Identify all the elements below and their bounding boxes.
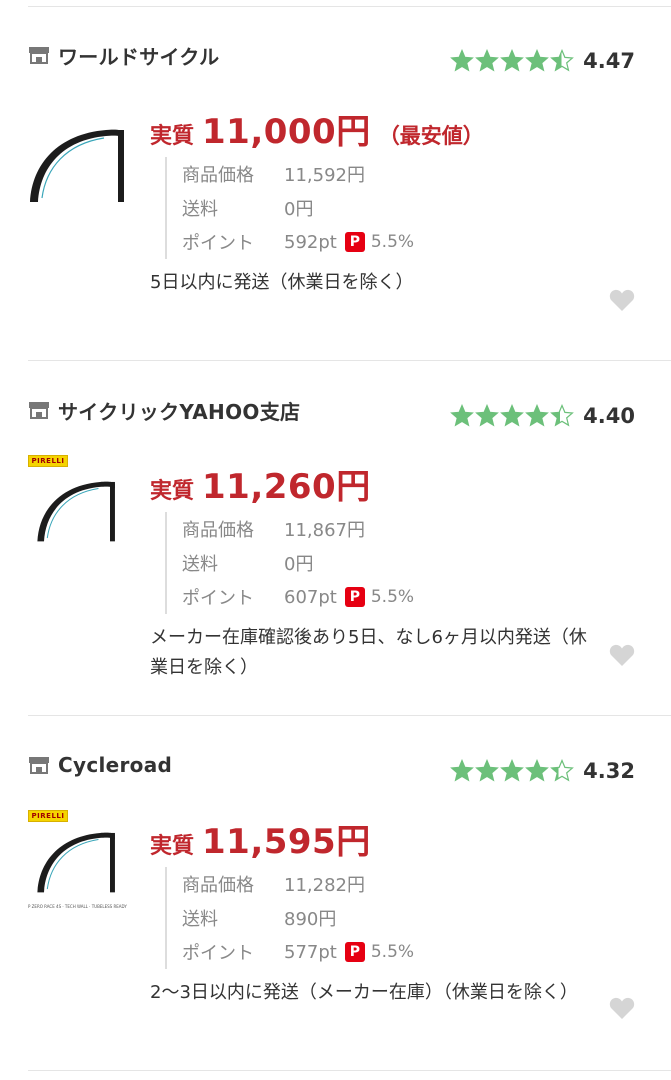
shop-rating: 4.47 bbox=[450, 46, 635, 76]
shipping-fee-row: 送料 890円 bbox=[182, 901, 414, 935]
effective-price: 実質 11,595円 bbox=[150, 814, 371, 863]
price-details: 商品価格 11,867円 送料 0円 ポイント 607pt P 5.5% bbox=[165, 512, 414, 614]
item-price-row: 商品価格 11,867円 bbox=[182, 512, 414, 546]
shipping-info: 5日以内に発送（休業日を除く） bbox=[150, 272, 414, 293]
detail-value: 577pt bbox=[284, 941, 337, 963]
detail-value: 0円 bbox=[284, 554, 314, 575]
price-label: 実質 bbox=[150, 834, 195, 859]
detail-label: ポイント bbox=[182, 233, 254, 254]
product-image[interactable] bbox=[32, 828, 122, 894]
offer-card[interactable]: ワールドサイクル 4.47 実質 11,000円 （最安値） 商品価格 11,5… bbox=[0, 40, 671, 361]
detail-label: ポイント bbox=[182, 943, 254, 964]
shop-name[interactable]: ワールドサイクル bbox=[58, 41, 219, 70]
top-divider bbox=[28, 6, 671, 7]
detail-label: 送料 bbox=[182, 554, 218, 575]
detail-label: 送料 bbox=[182, 909, 218, 930]
star-icon bbox=[475, 404, 500, 427]
rating-stars bbox=[450, 404, 575, 428]
favorite-heart-icon[interactable] bbox=[609, 996, 635, 1020]
star-icon bbox=[475, 49, 500, 72]
star-icon bbox=[525, 49, 550, 72]
card-divider bbox=[28, 360, 671, 361]
lowest-price-note: （最安値） bbox=[378, 124, 484, 148]
star-icon bbox=[500, 49, 525, 72]
store-icon bbox=[28, 755, 50, 775]
shipping-info: 2〜3日以内に発送（メーカー在庫）（休業日を除く） bbox=[150, 982, 578, 1003]
shop-row[interactable]: サイクリックYAHOO支店 bbox=[28, 395, 300, 425]
store-icon bbox=[28, 45, 50, 65]
star-icon bbox=[450, 49, 475, 72]
detail-value: 0円 bbox=[284, 199, 314, 220]
offer-card[interactable]: サイクリックYAHOO支店 4.40 PIRELLI 実質 11,260円 商品… bbox=[0, 395, 671, 716]
detail-value: 607pt bbox=[284, 586, 337, 608]
shop-name[interactable]: サイクリックYAHOO支店 bbox=[58, 396, 300, 425]
star-icon bbox=[475, 759, 500, 782]
star-icon bbox=[525, 759, 550, 782]
shipping-fee-row: 送料 0円 bbox=[182, 191, 414, 225]
shipping-info: メーカー在庫確認後あり5日、なし6ヶ月以内発送（休業日を除く） bbox=[150, 627, 587, 678]
detail-value: 11,592円 bbox=[284, 165, 365, 186]
rating-value: 4.40 bbox=[583, 404, 635, 428]
card-divider bbox=[28, 715, 671, 716]
brand-logo: PIRELLI bbox=[28, 810, 68, 822]
points-row: ポイント 607pt P 5.5% bbox=[182, 580, 414, 614]
product-image[interactable] bbox=[28, 124, 128, 204]
price-details: 商品価格 11,592円 送料 0円 ポイント 592pt P 5.5% bbox=[165, 157, 414, 259]
price-details: 商品価格 11,282円 送料 890円 ポイント 577pt P 5.5% bbox=[165, 867, 414, 969]
product-image-caption: P ZERO RACE 4S · TECH WALL · TUBELESS RE… bbox=[28, 904, 127, 909]
rating-stars bbox=[450, 49, 575, 73]
detail-value: 592pt bbox=[284, 231, 337, 253]
effective-price: 実質 11,260円 bbox=[150, 459, 371, 508]
star-icon bbox=[550, 759, 575, 782]
star-icon bbox=[500, 404, 525, 427]
favorite-heart-icon[interactable] bbox=[609, 288, 635, 312]
rating-value: 4.32 bbox=[583, 759, 635, 783]
shop-name[interactable]: Cycleroad bbox=[58, 753, 172, 777]
star-icon bbox=[550, 404, 575, 427]
detail-label: 商品価格 bbox=[182, 165, 254, 186]
detail-label: 商品価格 bbox=[182, 520, 254, 541]
item-price-row: 商品価格 11,592円 bbox=[182, 157, 414, 191]
star-icon bbox=[450, 759, 475, 782]
rating-value: 4.47 bbox=[583, 49, 635, 73]
points-percent: 5.5% bbox=[370, 942, 415, 962]
price-value: 11,595円 bbox=[202, 822, 371, 862]
paypay-icon: P bbox=[344, 232, 365, 252]
star-icon bbox=[525, 404, 550, 427]
price-value: 11,000円 bbox=[202, 112, 371, 152]
shop-row[interactable]: Cycleroad bbox=[28, 750, 172, 780]
detail-label: ポイント bbox=[182, 588, 254, 609]
offer-card[interactable]: Cycleroad 4.32 PIRELLI P ZERO RACE 4S · … bbox=[0, 750, 671, 1040]
rating-stars bbox=[450, 759, 575, 783]
detail-value: 11,282円 bbox=[284, 875, 365, 896]
bottom-divider bbox=[28, 1070, 671, 1071]
price-value: 11,260円 bbox=[202, 467, 371, 507]
item-price-row: 商品価格 11,282円 bbox=[182, 867, 414, 901]
price-label: 実質 bbox=[150, 124, 195, 149]
points-percent: 5.5% bbox=[370, 232, 415, 252]
detail-label: 商品価格 bbox=[182, 875, 254, 896]
detail-value: 890円 bbox=[284, 909, 337, 930]
paypay-icon: P bbox=[344, 587, 365, 607]
star-icon bbox=[550, 49, 575, 72]
detail-value: 11,867円 bbox=[284, 520, 365, 541]
favorite-heart-icon[interactable] bbox=[609, 643, 635, 667]
shop-row[interactable]: ワールドサイクル bbox=[28, 40, 219, 70]
points-row: ポイント 592pt P 5.5% bbox=[182, 225, 414, 259]
star-icon bbox=[450, 404, 475, 427]
shop-rating: 4.40 bbox=[450, 401, 635, 431]
product-image[interactable] bbox=[32, 477, 122, 543]
price-label: 実質 bbox=[150, 479, 195, 504]
effective-price: 実質 11,000円 （最安値） bbox=[150, 104, 484, 153]
brand-logo: PIRELLI bbox=[28, 455, 68, 467]
shop-rating: 4.32 bbox=[450, 756, 635, 786]
points-percent: 5.5% bbox=[370, 587, 415, 607]
points-row: ポイント 577pt P 5.5% bbox=[182, 935, 414, 969]
paypay-icon: P bbox=[344, 942, 365, 962]
star-icon bbox=[500, 759, 525, 782]
detail-label: 送料 bbox=[182, 199, 218, 220]
store-icon bbox=[28, 400, 50, 420]
shipping-fee-row: 送料 0円 bbox=[182, 546, 414, 580]
